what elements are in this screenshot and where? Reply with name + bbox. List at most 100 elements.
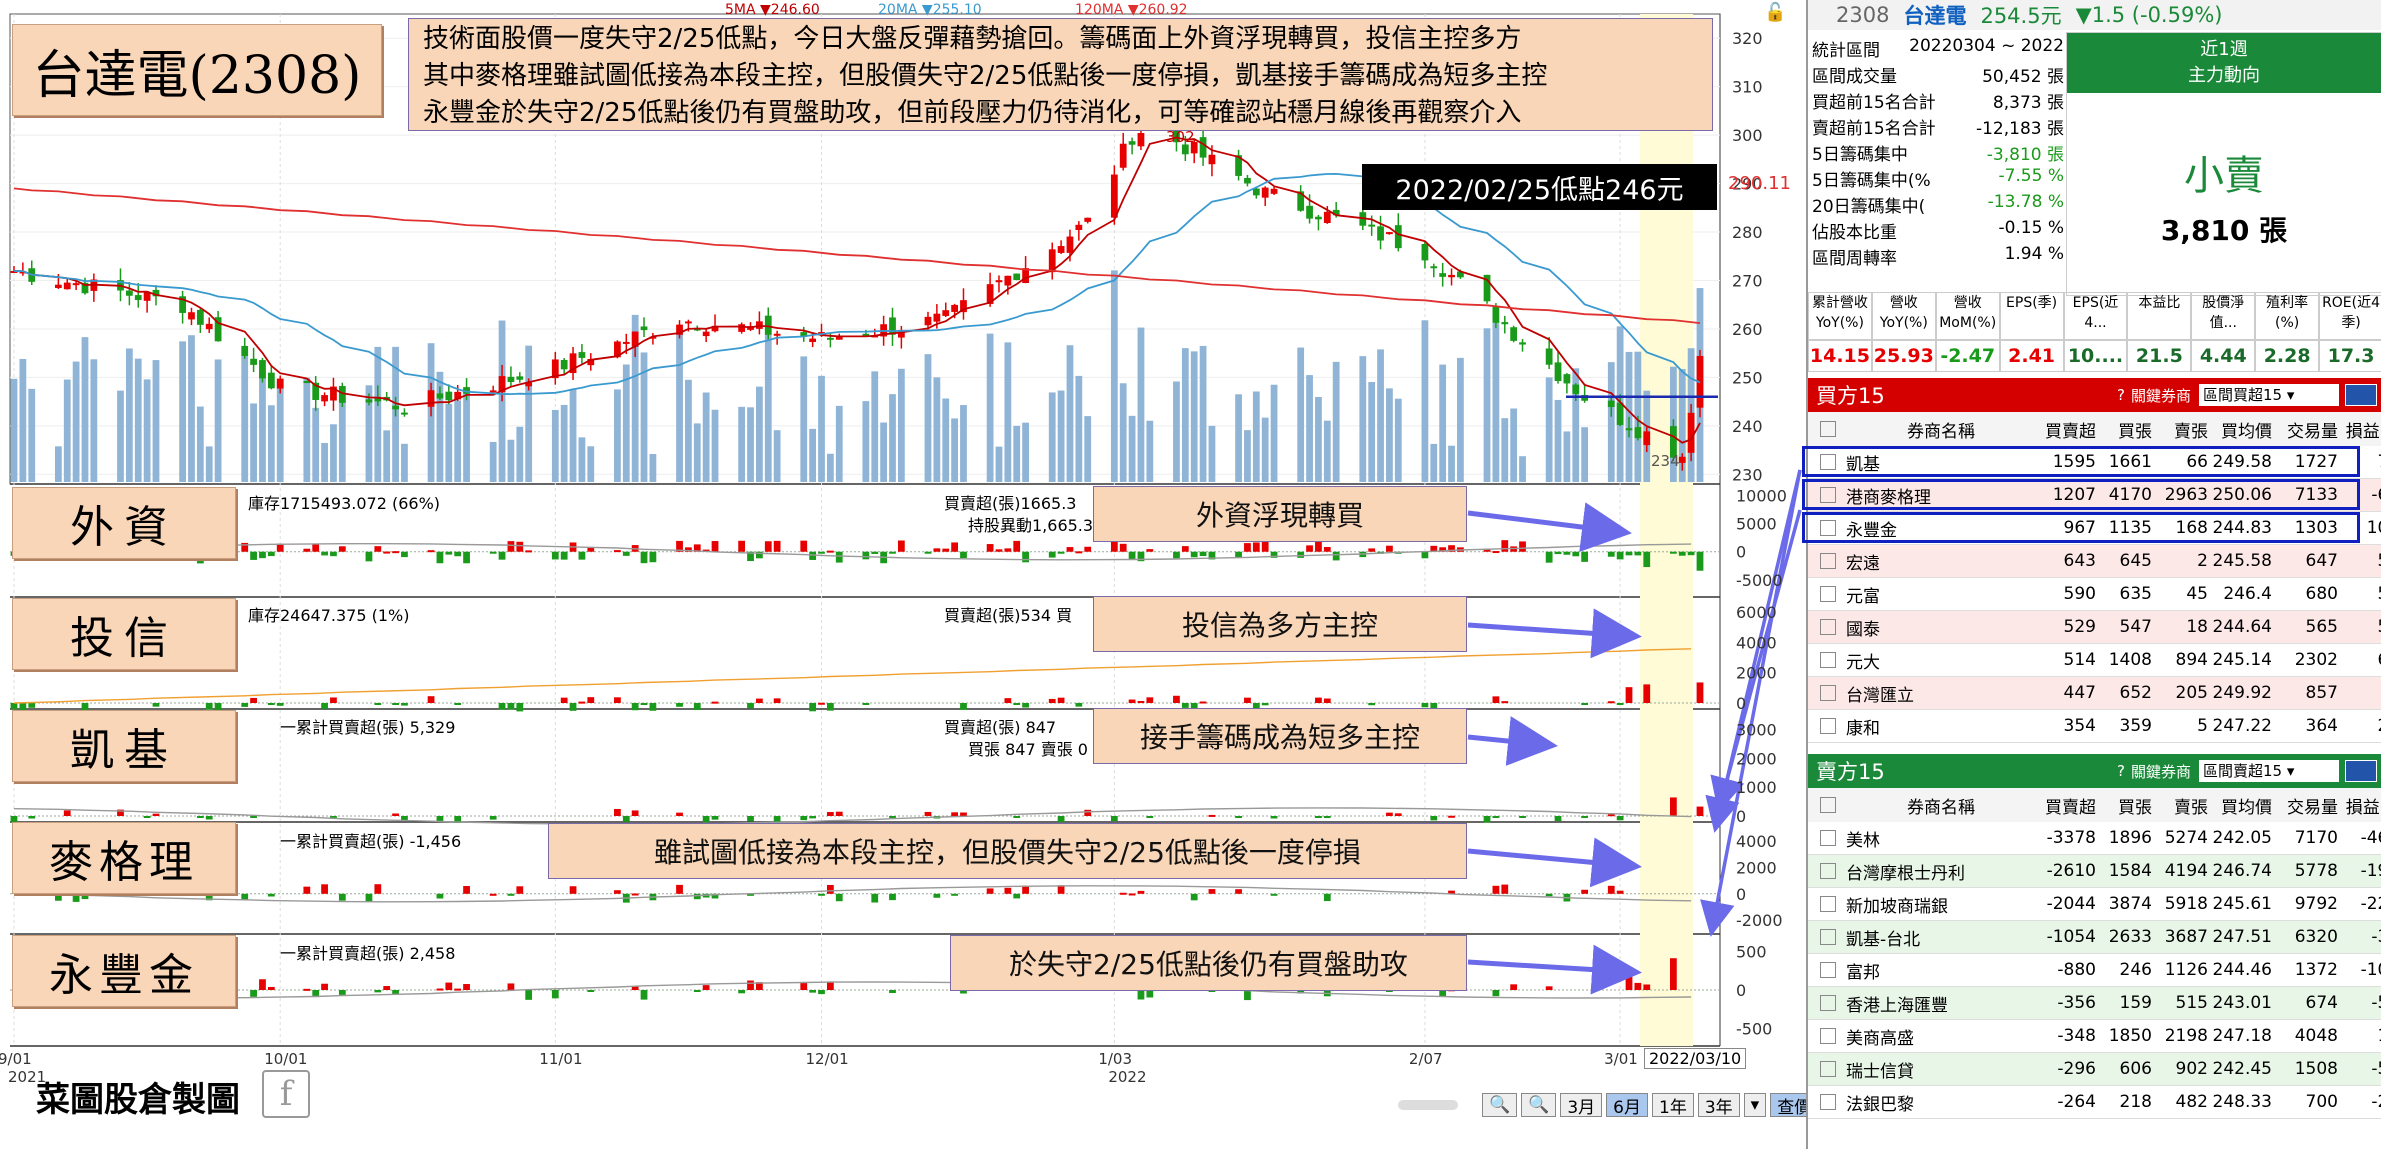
broker-name[interactable]: 元大 xyxy=(1846,648,2036,673)
column-header[interactable]: 買張 xyxy=(2096,417,2152,442)
checkbox[interactable] xyxy=(1820,1061,1836,1077)
broker-name[interactable]: 法銀巴黎 xyxy=(1846,1090,2036,1115)
broker-name[interactable]: 宏遠 xyxy=(1846,549,2036,574)
help-icon[interactable]: ? xyxy=(2117,386,2125,404)
checkbox[interactable] xyxy=(1820,929,1836,945)
broker-name[interactable]: 台灣摩根士丹利 xyxy=(1846,859,2036,884)
flow-bar xyxy=(1519,816,1526,818)
zoom-out-icon[interactable]: 🔍 xyxy=(1482,1093,1518,1117)
direction-period[interactable]: 近1週 xyxy=(2067,37,2381,63)
checkbox[interactable] xyxy=(1820,421,1836,437)
broker-name[interactable]: 美林 xyxy=(1846,826,2036,851)
checkbox[interactable] xyxy=(1820,896,1836,912)
checkbox[interactable] xyxy=(1820,797,1836,813)
column-header[interactable]: 損益(萬) xyxy=(2338,793,2381,818)
zoom-in-icon[interactable]: 🔍 xyxy=(1521,1093,1557,1117)
table-row[interactable]: 美商高盛 -348 1850 2198247.18 4048154 xyxy=(1808,1020,2381,1053)
table-row[interactable]: 瑞士信貸 -296 606 902242.45 1508 -574 xyxy=(1808,1053,2381,1086)
flow-bar xyxy=(711,541,719,552)
volume-bar xyxy=(826,453,834,482)
broker-name[interactable]: 凱基-台北 xyxy=(1846,925,2036,950)
column-header[interactable]: 交易量 xyxy=(2272,417,2338,442)
broker-name[interactable]: 國泰 xyxy=(1846,615,2036,640)
range-1y-button[interactable]: 1年 xyxy=(1652,1093,1694,1118)
scroll-slider[interactable] xyxy=(1398,1100,1458,1110)
volume-bar xyxy=(614,389,621,482)
column-header[interactable]: 賣張 xyxy=(2152,417,2208,442)
broker-name[interactable]: 康和 xyxy=(1846,714,2036,739)
flow-bar xyxy=(818,702,825,705)
panel-label-kgi: 凱基 xyxy=(12,710,236,782)
checkbox[interactable] xyxy=(1820,652,1836,668)
stock-name[interactable]: 台達電 xyxy=(1903,0,1966,30)
table-row[interactable]: 新加坡商瑞銀 -2044 3874 5918245.61 9792 -2246 xyxy=(1808,888,2381,921)
fundamental-header: EPS(季) xyxy=(1999,292,2064,340)
panel-tick-label: 0 xyxy=(1736,885,1746,904)
table-row[interactable]: 法銀巴黎 -264 218 482248.33 700 -208 xyxy=(1808,1086,2381,1119)
column-header[interactable]: 買張 xyxy=(2096,793,2152,818)
checkbox[interactable] xyxy=(1820,619,1836,635)
table-row[interactable]: 凱基-台北 -1054 2633 3687247.51 6320 -301 xyxy=(1808,921,2381,954)
table-row[interactable]: 國泰 529 547 18244.64 565552 xyxy=(1808,611,2381,644)
flow-bar xyxy=(1643,984,1651,990)
table-row[interactable]: 台灣匯立 447 652 205249.92 85783 xyxy=(1808,677,2381,710)
column-header[interactable]: 買均價 xyxy=(2208,417,2272,442)
help-icon[interactable]: ? xyxy=(2117,762,2125,780)
checkbox[interactable] xyxy=(1820,553,1836,569)
table-row[interactable]: 元大 514 1408 894245.14 2302697 xyxy=(1808,644,2381,677)
flow-bar xyxy=(1146,697,1154,703)
stat-label: 5日籌碼集中(% xyxy=(1812,171,1931,191)
range-6m-button[interactable]: 6月 xyxy=(1606,1093,1648,1118)
volume-bar xyxy=(1128,415,1136,482)
table-row[interactable]: 康和 354 359 5247.22 364257 xyxy=(1808,710,2381,743)
checkbox[interactable] xyxy=(1820,685,1836,701)
table-row[interactable]: 美林 -3378 1896 5274242.05 7170 -4699 xyxy=(1808,822,2381,855)
grid-icon[interactable] xyxy=(2345,760,2377,782)
column-header[interactable]: 買賣超 xyxy=(2036,793,2096,818)
checkbox[interactable] xyxy=(1820,962,1836,978)
buy-filter-select[interactable]: 區間買超15 ▾ xyxy=(2199,384,2339,406)
flow-bar xyxy=(862,703,870,705)
table-row[interactable]: 元富 590 635 45 246.4 680508 xyxy=(1808,578,2381,611)
table-row[interactable]: 台灣摩根士丹利 -2610 1584 4194246.74 5778 -1944 xyxy=(1808,855,2381,888)
broker-name[interactable]: 瑞士信貸 xyxy=(1846,1057,2036,1082)
column-header[interactable]: 賣張 xyxy=(2152,793,2208,818)
checkbox[interactable] xyxy=(1820,995,1836,1011)
lock-icon[interactable]: 🔓 xyxy=(1764,2,1786,23)
broker-name[interactable]: 美商高盛 xyxy=(1846,1024,2036,1049)
broker-name[interactable]: 香港上海匯豐 xyxy=(1846,991,2036,1016)
flow-bar xyxy=(1013,540,1021,552)
checkbox[interactable] xyxy=(1820,1094,1836,1110)
sell-filter-select[interactable]: 區間賣超15 ▾ xyxy=(2199,760,2339,782)
chevron-down-icon[interactable]: ▾ xyxy=(1743,1093,1767,1117)
table-cell: -264 xyxy=(2057,1092,2096,1112)
checkbox[interactable] xyxy=(1820,718,1836,734)
grid-icon[interactable] xyxy=(2345,384,2377,406)
column-header[interactable]: 買均價 xyxy=(2208,793,2272,818)
column-header[interactable]: 券商名稱 xyxy=(1846,417,2036,442)
broker-name[interactable]: 富邦 xyxy=(1846,958,2036,983)
column-header[interactable]: 損益(萬) xyxy=(2338,417,2381,442)
checkbox[interactable] xyxy=(1820,586,1836,602)
column-header[interactable]: 交易量 xyxy=(2272,793,2338,818)
broker-name[interactable]: 台灣匯立 xyxy=(1846,681,2036,706)
volume-bar xyxy=(756,386,763,482)
checkbox[interactable] xyxy=(1820,863,1836,879)
broker-name[interactable]: 元富 xyxy=(1846,582,2036,607)
column-header[interactable]: 券商名稱 xyxy=(1846,793,2036,818)
flow-bar xyxy=(1173,695,1180,703)
facebook-icon[interactable]: f xyxy=(262,1070,310,1118)
volume-bar xyxy=(711,409,719,482)
table-row[interactable]: 宏遠 643 645 2245.58 647574 xyxy=(1808,545,2381,578)
table-row[interactable]: 香港上海匯豐 -356 159 515243.01 674 -580 xyxy=(1808,987,2381,1020)
range-3y-button[interactable]: 3年 xyxy=(1697,1093,1740,1118)
broker-name[interactable]: 新加坡商瑞銀 xyxy=(1846,892,2036,917)
checkbox[interactable] xyxy=(1820,830,1836,846)
range-3m-button[interactable]: 3月 xyxy=(1560,1093,1603,1118)
key-broker-link[interactable]: 關鍵券商 xyxy=(2131,385,2191,406)
checkbox[interactable] xyxy=(1820,1028,1836,1044)
table-row[interactable]: 富邦 -880 246 1126244.46 1372 -1048 xyxy=(1808,954,2381,987)
key-broker-link[interactable]: 關鍵券商 xyxy=(2131,761,2191,782)
flow-bar xyxy=(250,816,257,818)
column-header[interactable]: 買賣超 xyxy=(2036,417,2096,442)
